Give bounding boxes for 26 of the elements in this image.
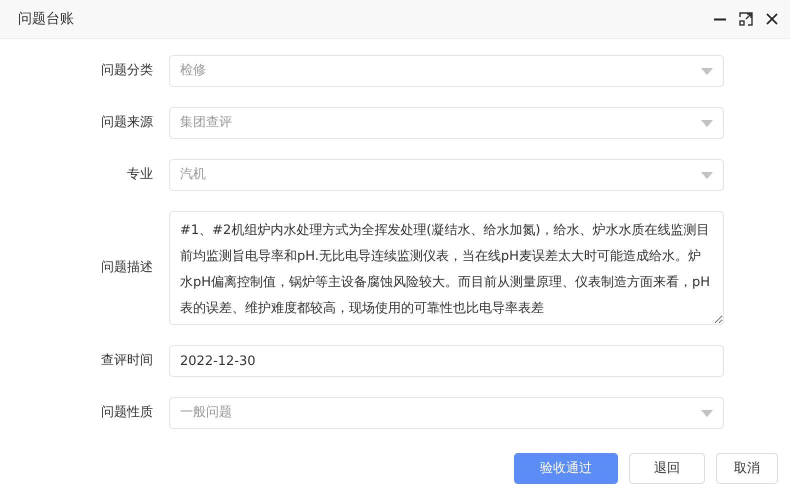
field-label: 问题描述 (100, 259, 153, 278)
select-field[interactable]: 检修 (169, 55, 724, 87)
select-value: 检修 (180, 62, 206, 80)
action-button[interactable]: 退回 (629, 453, 705, 484)
field-label: 问题分类 (100, 62, 153, 80)
window-title: 问题台账 (18, 10, 74, 28)
date-field[interactable]: 2022-12-30 (169, 345, 724, 377)
field-label: 查评时间 (100, 352, 153, 370)
select-field[interactable]: 汽机 (169, 159, 724, 191)
field-label: 问题性质 (100, 404, 153, 422)
action-button[interactable]: 取消 (716, 453, 778, 484)
dropdown-arrow-icon (701, 410, 713, 416)
select-field[interactable]: 一般问题 (169, 397, 724, 429)
select-field[interactable]: 集团查评 (169, 107, 724, 139)
field-label: 问题来源 (100, 114, 153, 132)
dropdown-arrow-icon (701, 120, 713, 126)
select-value: 一般问题 (180, 404, 232, 422)
select-value: 汽机 (180, 166, 206, 184)
select-value: 集团查评 (180, 114, 232, 132)
description-field[interactable]: #1、#2机组炉内水处理方式为全挥发处理(凝结水、给水加氮)，给水、炉水水质在线监测目前均监测旨电导率和pH.无比电导连续监测仪表，当在线pH麦误差太大时可能造成给水。炉水pH偏离控制值，锅炉等主设备腐蚀风险较大。而目前从测量原理、仪表制造方面来看，pH表的误差、维护难度都较高，现场使用的可靠性也比电导率表差 (169, 211, 724, 325)
close-icon[interactable] (764, 11, 780, 27)
dropdown-arrow-icon (701, 68, 713, 74)
maximize-icon[interactable] (738, 11, 754, 27)
action-button[interactable]: 验收通过 (514, 453, 618, 484)
field-label: 专业 (126, 166, 153, 184)
dropdown-arrow-icon (701, 172, 713, 178)
